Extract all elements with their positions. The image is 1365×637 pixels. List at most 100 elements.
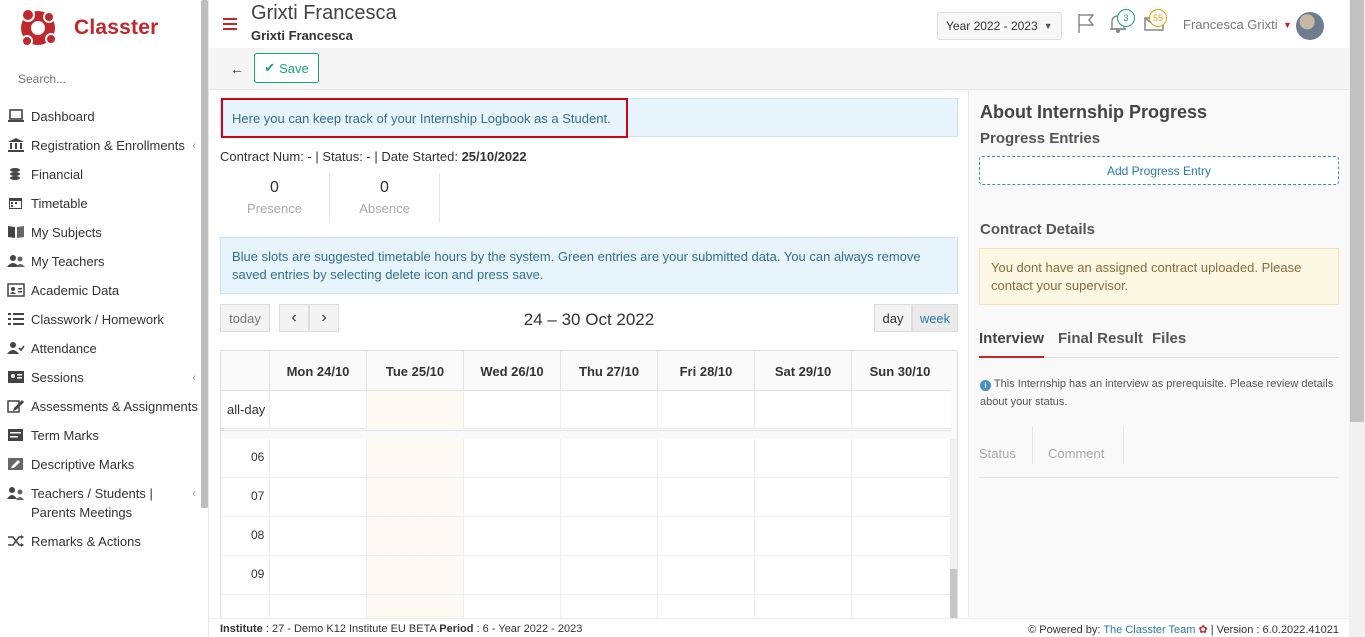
user-name[interactable]: Francesca Grixti [1183, 17, 1278, 32]
sidebar-item-label: Classwork / Homework [31, 312, 164, 327]
interview-table: Status Comment [979, 426, 1339, 478]
contract-summary-text: Contract Num: - | Status: - | Date Start… [220, 149, 462, 164]
tab-final-result[interactable]: Final Result [1058, 330, 1143, 358]
sidebar-item-meetings[interactable]: Teachers / Students | Parents Meetings ‹ [0, 479, 200, 527]
id-card-icon [7, 283, 25, 297]
sidebar-item-financial[interactable]: Financial [0, 160, 200, 189]
sidebar-item-label: Attendance [31, 341, 97, 356]
avatar[interactable] [1296, 12, 1324, 40]
descriptive-icon [7, 457, 25, 471]
sidebar-item-my-teachers[interactable]: My Teachers [0, 247, 200, 276]
allday-cell[interactable] [851, 391, 948, 429]
sidebar-item-sessions[interactable]: Sessions ‹ [0, 363, 200, 392]
allday-cell[interactable] [269, 391, 366, 429]
tab-files[interactable]: Files [1152, 330, 1186, 358]
back-button[interactable]: ← [225, 57, 249, 81]
sidebar-item-assessments[interactable]: Assessments & Assignments [0, 392, 200, 421]
sidebar-item-timetable[interactable]: Timetable [0, 189, 200, 218]
hour-row: 06 [221, 439, 951, 478]
page-subtitle: Grixti Francesca [251, 28, 353, 43]
sidebar-item-academic-data[interactable]: Academic Data [0, 276, 200, 305]
sidebar-item-my-subjects[interactable]: My Subjects [0, 218, 200, 247]
footer-powered: © Powered by: The Classter Team ✿ | Vers… [1028, 623, 1339, 636]
calendar-header: Mon 24/10 Tue 25/10 Wed 26/10 Thu 27/10 … [221, 351, 951, 391]
week-view-button[interactable]: week [912, 304, 958, 332]
flag-icon[interactable] [1075, 12, 1099, 36]
calendar-scrollbar-thumb[interactable] [950, 569, 957, 619]
sidebar-item-label: Teachers / Students | Parents Meetings [31, 486, 153, 520]
save-button-label: Save [279, 60, 309, 76]
chevron-left-icon: ‹ [192, 488, 196, 500]
page-scrollbar-thumb[interactable] [1350, 0, 1364, 422]
page-scrollbar[interactable] [1349, 0, 1365, 637]
hour-row: 09 [221, 556, 951, 595]
slots-note: Blue slots are suggested timetable hours… [220, 237, 958, 294]
add-progress-entry-button[interactable]: Add Progress Entry [979, 156, 1339, 185]
day-header: Fri 28/10 [657, 351, 754, 391]
panel-title: About Internship Progress [980, 102, 1208, 122]
hour-label: 06 [251, 450, 265, 464]
logo[interactable]: Classter [18, 6, 158, 50]
header: Grixti Francesca Grixti Francesca Year 2… [209, 0, 1356, 48]
caret-down-icon[interactable]: ▼ [1283, 20, 1292, 30]
copyright-icon: © [1028, 624, 1037, 636]
list-icon [7, 312, 25, 326]
interview-note: i This Internship has an interview as pr… [980, 375, 1340, 411]
info-alert: Here you can keep track of your Internsh… [220, 98, 958, 138]
sidebar-search-input[interactable] [18, 72, 188, 86]
allday-cell[interactable] [463, 391, 560, 429]
year-selector[interactable]: Year 2022 - 2023 ▼ [937, 12, 1062, 40]
sidebar-item-label: My Subjects [31, 225, 102, 240]
sidebar-item-attendance[interactable]: Attendance [0, 334, 200, 363]
allday-cell[interactable] [754, 391, 851, 429]
hour-grid: 06 07 08 09 [221, 439, 951, 619]
sidebar-item-label: Academic Data [31, 283, 120, 298]
internship-progress-panel: About Internship Progress Progress Entri… [968, 90, 1356, 617]
sidebar-item-label: Financial [31, 167, 84, 182]
day-header: Sat 29/10 [754, 351, 851, 391]
allday-cell[interactable] [657, 391, 754, 429]
classter-team-link[interactable]: The Classter Team [1103, 624, 1195, 636]
notifications-badge: 3 [1117, 9, 1135, 27]
classter-logo-icon [21, 8, 57, 47]
hamburger-menu-icon[interactable] [223, 18, 237, 30]
allday-cell[interactable] [560, 391, 657, 429]
sidebar-item-label: Term Marks [31, 428, 99, 443]
period-value: : 6 - Year 2022 - 2023 [473, 623, 583, 635]
table-header-comment: Comment [1048, 426, 1124, 464]
arrow-left-icon: ← [230, 61, 244, 77]
sidebar: Classter Dashboard Registration & Enroll… [0, 0, 209, 637]
sidebar-item-label: Remarks & Actions [31, 534, 141, 549]
sidebar-scrollbar[interactable] [201, 0, 208, 508]
check-icon: ✔ [264, 60, 276, 75]
hour-label: 09 [251, 567, 265, 581]
save-button[interactable]: ✔ Save [254, 53, 319, 83]
sidebar-item-dashboard[interactable]: Dashboard [0, 102, 200, 131]
sidebar-item-classwork[interactable]: Classwork / Homework [0, 305, 200, 334]
week-calendar: Mon 24/10 Tue 25/10 Wed 26/10 Thu 27/10 … [220, 350, 958, 620]
sidebar-item-descriptive-marks[interactable]: Descriptive Marks [0, 450, 200, 479]
hour-label: 08 [251, 528, 265, 542]
institute-value: : 27 - Demo K12 Institute EU BETA [262, 623, 440, 635]
day-view-button[interactable]: day [874, 304, 912, 332]
presence-count: 0 [270, 179, 279, 196]
presence-label: Presence [247, 201, 302, 216]
calendar-title: 24 – 30 Oct 2022 [523, 310, 655, 329]
sessions-icon [7, 370, 25, 384]
sidebar-item-term-marks[interactable]: Term Marks [0, 421, 200, 450]
users-icon [7, 254, 25, 268]
classter-small-icon: ✿ [1198, 624, 1208, 636]
date-started: 25/10/2022 [461, 149, 527, 164]
book-icon [7, 225, 25, 239]
powered-by-label: Powered by: [1039, 624, 1104, 636]
sidebar-item-remarks[interactable]: Remarks & Actions [0, 527, 200, 556]
tab-interview[interactable]: Interview [979, 330, 1045, 358]
shuffle-icon [7, 534, 25, 548]
caret-down-icon: ▼ [1043, 21, 1053, 31]
chevron-left-icon: ‹ [192, 372, 196, 384]
sidebar-item-registration[interactable]: Registration & Enrollments ‹ [0, 131, 200, 160]
day-header: Sun 30/10 [851, 351, 948, 391]
calendar-scrollbar[interactable] [950, 439, 957, 619]
allday-cell[interactable] [366, 391, 463, 429]
interview-note-text: This Internship has an interview as prer… [980, 378, 1334, 408]
